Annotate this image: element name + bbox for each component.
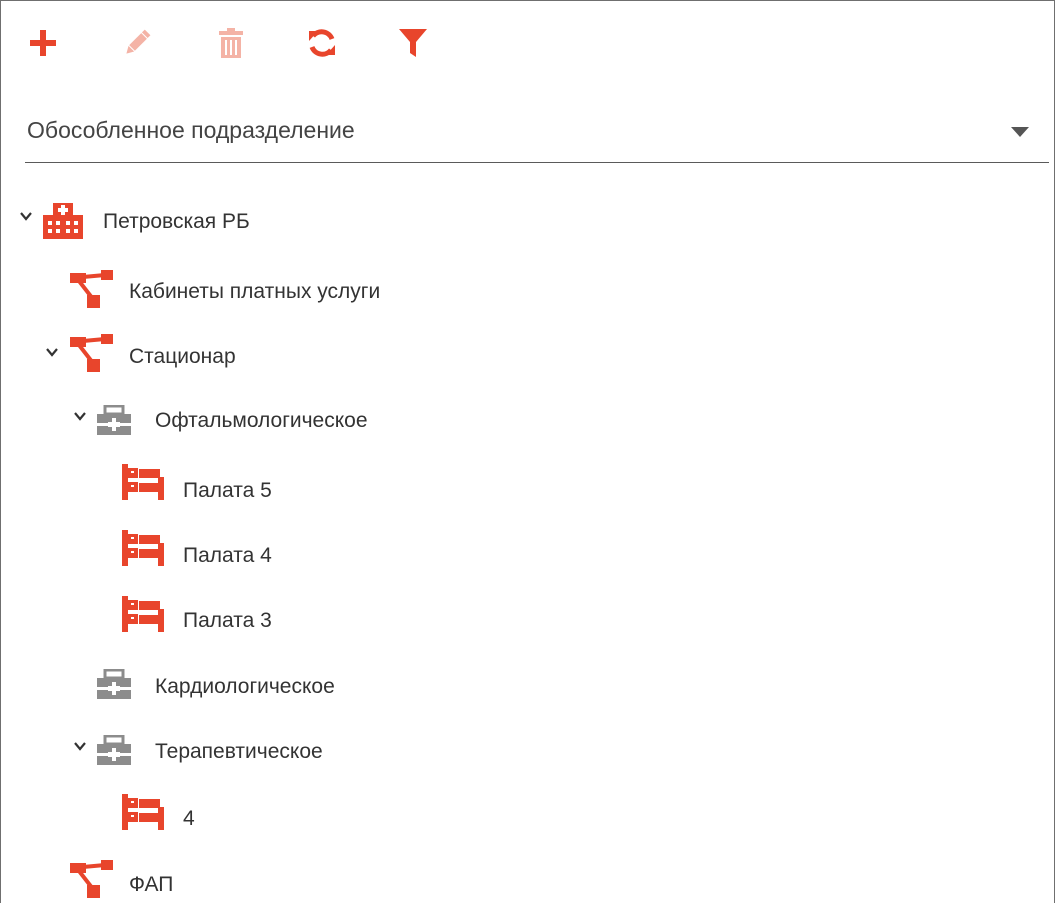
structure-icon: [70, 334, 113, 372]
tree-node-label[interactable]: Палата 3: [183, 609, 272, 633]
bed-icon: [122, 794, 164, 830]
tree-node-label[interactable]: Кардиологическое: [155, 675, 335, 699]
filter-icon: [399, 29, 427, 57]
medkit-icon: [97, 735, 131, 765]
refresh-button[interactable]: [300, 21, 344, 65]
delete-button[interactable]: [209, 21, 253, 65]
tree-node-label[interactable]: Терапевтическое: [155, 740, 323, 764]
tree-node-label[interactable]: Стационар: [129, 345, 236, 369]
add-button[interactable]: [21, 21, 65, 65]
division-select-value: Обособленное подразделение: [27, 117, 355, 143]
structure-icon: [70, 270, 113, 308]
tree-node-label[interactable]: 4: [183, 807, 195, 831]
tree-node-label[interactable]: Кабинеты платных услуги: [129, 280, 380, 304]
tree-node-label[interactable]: ФАП: [129, 873, 173, 897]
tree-node-label[interactable]: Палата 4: [183, 544, 272, 568]
tree-node-label[interactable]: Палата 5: [183, 479, 272, 503]
trash-icon: [219, 28, 243, 58]
caret-down-icon: [1011, 127, 1029, 137]
bed-icon: [122, 596, 164, 632]
refresh-icon: [309, 29, 335, 57]
hospital-icon: [43, 203, 83, 239]
bed-icon: [122, 530, 164, 566]
bed-icon: [122, 464, 164, 500]
chevron-down-icon[interactable]: [73, 739, 87, 753]
plus-icon: [30, 30, 56, 56]
chevron-down-icon[interactable]: [73, 409, 87, 423]
structure-icon: [70, 860, 113, 898]
chevron-down-icon[interactable]: [19, 209, 33, 223]
org-structure-panel: Обособленное подразделение Петровская РБ: [0, 0, 1055, 903]
medkit-icon: [97, 405, 131, 435]
filter-button[interactable]: [391, 21, 435, 65]
pencil-icon: [126, 29, 151, 54]
chevron-down-icon[interactable]: [45, 345, 59, 359]
tree-node-label[interactable]: Офтальмологическое: [155, 409, 368, 433]
tree-node-label[interactable]: Петровская РБ: [103, 210, 250, 234]
medkit-icon: [97, 669, 131, 699]
division-select[interactable]: Обособленное подразделение: [25, 101, 1049, 163]
edit-button[interactable]: [115, 21, 159, 65]
